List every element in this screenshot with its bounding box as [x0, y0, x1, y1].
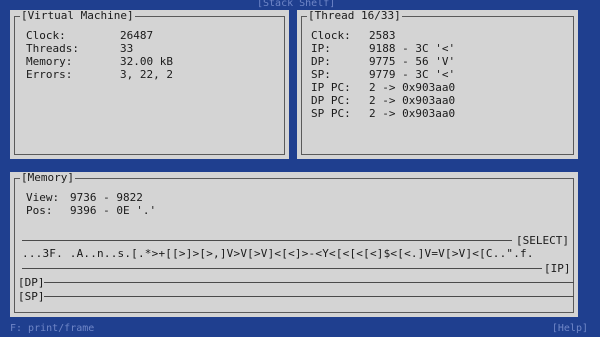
- thread-row-label: Clock:: [311, 29, 351, 42]
- thread-row-value: 2 -> 0x903aa0: [369, 94, 456, 107]
- sp-tag[interactable]: [SP]: [18, 290, 45, 303]
- window-title: [Stack Shelf]: [257, 0, 336, 9]
- ip-line: [22, 268, 542, 269]
- thread-row-label: SP:: [311, 68, 331, 81]
- thread-row-label: SP PC:: [311, 107, 351, 120]
- thread-row-value: 9188 - 3C '<': [369, 42, 456, 55]
- pos-label: Pos:: [26, 204, 53, 217]
- vm-row-value: 26487: [120, 29, 154, 42]
- vm-row-value: 33: [120, 42, 134, 55]
- memory-panel-title: [Memory]: [20, 171, 75, 184]
- thread-panel: [Thread 16/33] Clock: 2583 IP: 9188 - 3C '<…: [297, 10, 578, 159]
- vm-row-label: Clock:: [26, 29, 66, 42]
- status-bar: F: print/frame [Help]: [0, 322, 600, 337]
- ip-tag[interactable]: [IP]: [544, 262, 571, 275]
- sp-line: [44, 296, 574, 297]
- vm-panel: [Virtual Machine] Clock: 26487 Threads: 33 M…: [10, 10, 289, 159]
- thread-row-value: 2 -> 0x903aa0: [369, 107, 456, 120]
- view-value: 9736 - 9822: [70, 191, 143, 204]
- vm-row-label: Threads:: [26, 42, 79, 55]
- pos-value: 9396 - 0E '.': [70, 204, 157, 217]
- thread-row-label: DP:: [311, 55, 331, 68]
- view-label: View:: [26, 191, 60, 204]
- help-button[interactable]: [Help]: [552, 323, 588, 334]
- vm-row-value: 32.00 kB: [120, 55, 173, 68]
- thread-row-value: 9779 - 3C '<': [369, 68, 456, 81]
- memory-tape[interactable]: ...3F. .A..n..s.[.*>+[[>]>[>,]V>V[>V]<[<…: [22, 247, 534, 260]
- memory-panel: [Memory] View: 9736 - 9822 Pos: 9396 - 0…: [10, 172, 578, 317]
- thread-row-label: IP:: [311, 42, 331, 55]
- select-tag[interactable]: [SELECT]: [516, 234, 569, 247]
- dp-tag[interactable]: [DP]: [18, 276, 45, 289]
- thread-row-value: 2583: [369, 29, 396, 42]
- vm-panel-title: [Virtual Machine]: [20, 9, 135, 22]
- thread-row-value: 9775 - 56 'V': [369, 55, 456, 68]
- dp-line: [44, 282, 574, 283]
- thread-row-label: IP PC:: [311, 81, 351, 94]
- vm-row-value: 3, 22, 2: [120, 68, 173, 81]
- footer-left: F: print/frame: [10, 323, 95, 334]
- thread-row-label: DP PC:: [311, 94, 351, 107]
- vm-row-label: Errors:: [26, 68, 73, 81]
- select-line: [22, 240, 512, 241]
- thread-panel-title: [Thread 16/33]: [307, 9, 402, 22]
- vm-row-label: Memory:: [26, 55, 73, 68]
- thread-row-value: 2 -> 0x903aa0: [369, 81, 456, 94]
